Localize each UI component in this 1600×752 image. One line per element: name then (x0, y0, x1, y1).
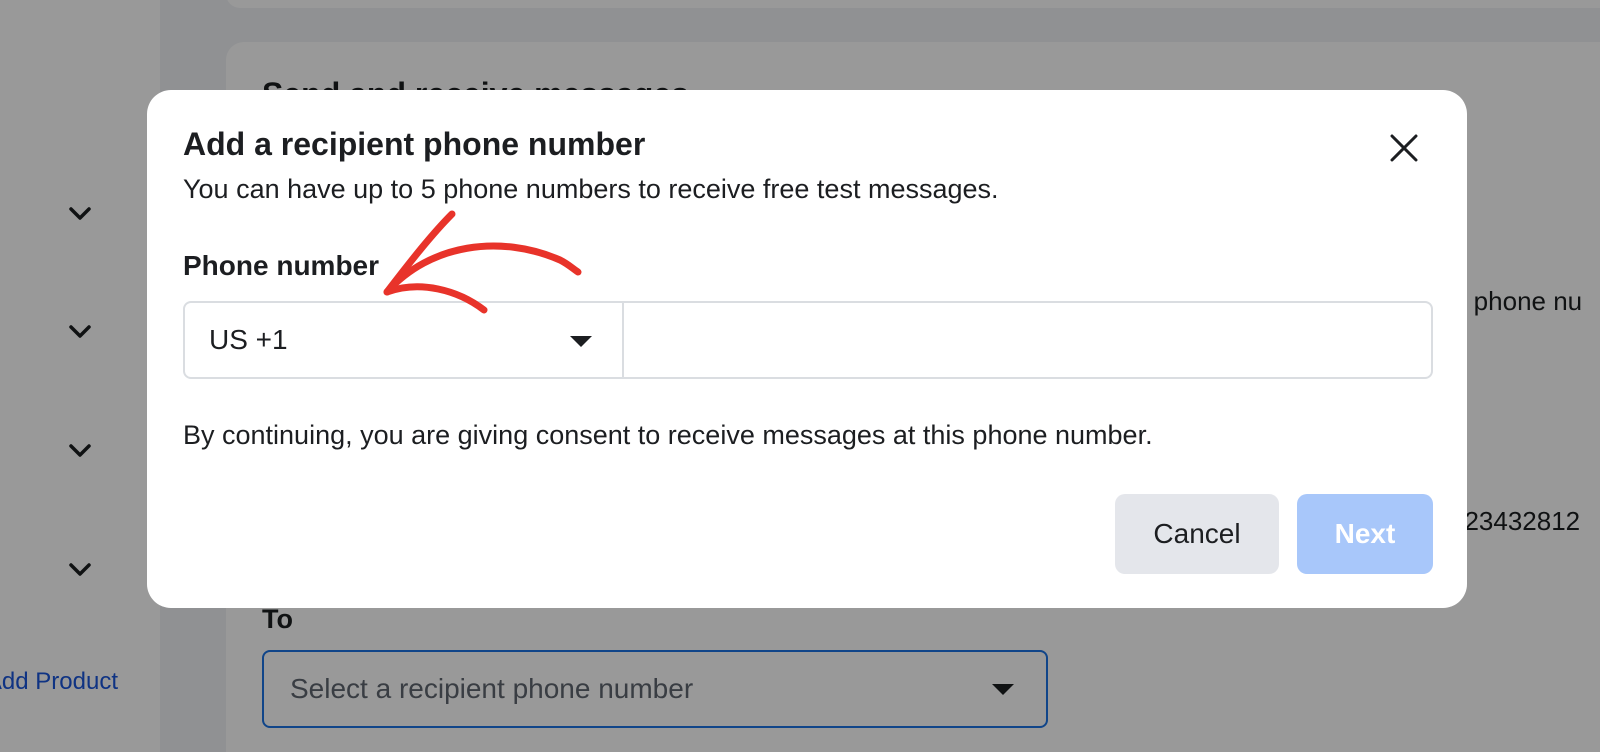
cancel-button[interactable]: Cancel (1115, 494, 1279, 574)
consent-text: By continuing, you are giving consent to… (183, 420, 1153, 450)
close-icon (1390, 134, 1418, 162)
caret-down-icon (570, 336, 592, 347)
next-button[interactable]: Next (1297, 494, 1433, 574)
phone-number-label: Phone number (183, 250, 380, 281)
dialog-title: Add a recipient phone number (183, 126, 646, 162)
dialog-subtitle: You can have up to 5 phone numbers to re… (183, 174, 999, 204)
phone-number-group: US +1 (183, 301, 1433, 379)
country-code-value: US +1 (209, 324, 288, 355)
country-code-select[interactable]: US +1 (185, 303, 624, 377)
add-recipient-dialog: Add a recipient phone number You can hav… (147, 90, 1467, 608)
phone-number-input[interactable] (624, 303, 1431, 377)
close-button[interactable] (1380, 124, 1428, 172)
